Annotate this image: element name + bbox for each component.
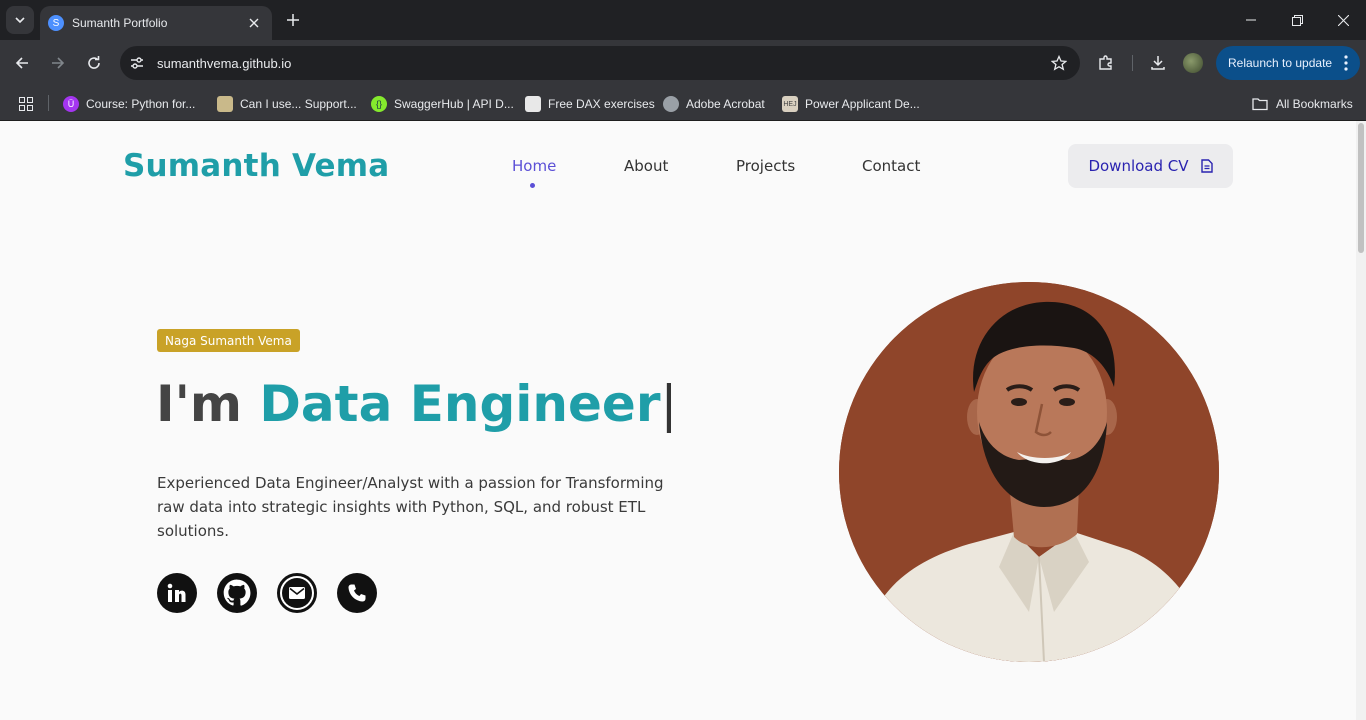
back-button[interactable] [8,49,36,77]
tab-search-button[interactable] [6,6,34,34]
close-icon [1337,14,1349,26]
bookmarks-divider [48,95,49,111]
star-icon [1051,55,1067,71]
window-controls [1228,0,1366,40]
headline-prefix: I'm [156,375,260,433]
folder-icon [1252,98,1268,111]
mail-icon [289,587,305,599]
download-icon [1151,56,1165,70]
bookmark-label: SwaggerHub | API D... [394,97,514,111]
document-icon [1200,159,1213,173]
reload-button[interactable] [80,49,108,77]
email-link[interactable] [277,573,317,613]
new-tab-button[interactable] [282,9,304,31]
bookmarks-bar: Ü Course: Python for... Can I use... Sup… [0,86,1366,121]
hej-icon: HEJ [782,96,798,112]
reload-icon [88,56,100,69]
nav-contact-link[interactable]: Contact [862,157,920,175]
bookmark-item[interactable]: {} SwaggerHub | API D... [371,91,514,117]
apps-button[interactable] [14,92,38,116]
browser-tab-bar: S Sumanth Portfolio [0,0,1366,40]
relaunch-update-button[interactable]: Relaunch to update [1216,46,1360,80]
email-icon-circle [282,578,312,608]
bookmark-item[interactable]: Can I use... Support... [217,91,357,117]
url-text[interactable]: sumanthvema.github.io [157,56,1044,71]
linkedin-icon [167,583,186,602]
phone-icon [348,584,366,602]
plus-icon [287,14,299,26]
bookmark-label: Can I use... Support... [240,97,357,111]
bookmark-label: Free DAX exercises [548,97,655,111]
restore-icon [1291,14,1303,26]
puzzle-icon [1099,55,1112,70]
minimize-button[interactable] [1228,0,1274,40]
nav-projects-link[interactable]: Projects [736,157,795,175]
profile-avatar[interactable] [1183,53,1203,73]
arrow-left-icon [15,57,28,69]
tune-icon [131,57,143,69]
bookmark-item[interactable]: Adobe Acrobat [663,91,765,117]
more-vert-icon [1344,55,1348,71]
forward-button[interactable] [44,49,72,77]
profile-photo [839,282,1219,662]
toolbar-divider [1132,55,1133,71]
typing-cursor: | [660,375,678,433]
bookmark-label: Power Applicant De... [805,97,920,111]
bookmark-star-button[interactable] [1044,48,1074,78]
phone-link[interactable] [337,573,377,613]
bookmark-item[interactable]: Free DAX exercises [525,91,655,117]
scrollbar-thumb[interactable] [1358,123,1364,253]
page-scrollbar[interactable] [1356,121,1366,720]
address-bar[interactable]: sumanthvema.github.io [120,46,1080,80]
udemy-icon: Ü [63,96,79,112]
site-info-button[interactable] [122,48,152,78]
nav-active-indicator [530,183,535,188]
hero-headline: I'm Data Engineer| [156,375,677,433]
linkedin-link[interactable] [157,573,197,613]
browser-toolbar: sumanthvema.github.io Relaunch to update [0,40,1366,86]
headline-role: Data Engineer [259,375,661,433]
apps-grid-icon [19,97,33,111]
tab-favicon-icon: S [48,15,64,31]
close-window-button[interactable] [1320,0,1366,40]
download-cv-label: Download CV [1088,157,1189,175]
download-cv-button[interactable]: Download CV [1068,144,1233,188]
github-link[interactable] [217,573,257,613]
social-links [157,573,397,613]
swagger-icon: {} [371,96,387,112]
github-icon [223,579,251,606]
chevron-down-icon [15,17,25,24]
hero-intro: Experienced Data Engineer/Analyst with a… [157,474,664,540]
portrait-illustration [839,282,1219,662]
all-bookmarks-label: All Bookmarks [1276,97,1353,111]
bookmark-item[interactable]: HEJ Power Applicant De... [782,91,920,117]
relaunch-label: Relaunch to update [1228,56,1333,70]
tab-close-button[interactable] [244,13,264,33]
nav-about-link[interactable]: About [624,157,668,175]
downloads-button[interactable] [1144,49,1172,77]
bookmark-item[interactable]: Ü Course: Python for... [63,91,195,117]
extensions-button[interactable] [1092,49,1120,77]
restore-button[interactable] [1274,0,1320,40]
minimize-icon [1246,19,1256,21]
page-viewport: Sumanth Vema Home About Projects Contact… [0,121,1356,720]
dax-icon [525,96,541,112]
tab-title: Sumanth Portfolio [72,16,168,30]
site-logo[interactable]: Sumanth Vema [123,148,389,184]
name-badge: Naga Sumanth Vema [157,329,300,352]
close-icon [249,18,259,28]
caniuse-icon [217,96,233,112]
globe-icon [663,96,679,112]
all-bookmarks-button[interactable]: All Bookmarks [1252,91,1353,117]
browser-tab[interactable]: S Sumanth Portfolio [40,6,272,40]
arrow-right-icon [52,57,65,69]
bookmark-label: Course: Python for... [86,97,196,111]
bookmark-label: Adobe Acrobat [686,97,765,111]
nav-home-link[interactable]: Home [512,157,556,175]
